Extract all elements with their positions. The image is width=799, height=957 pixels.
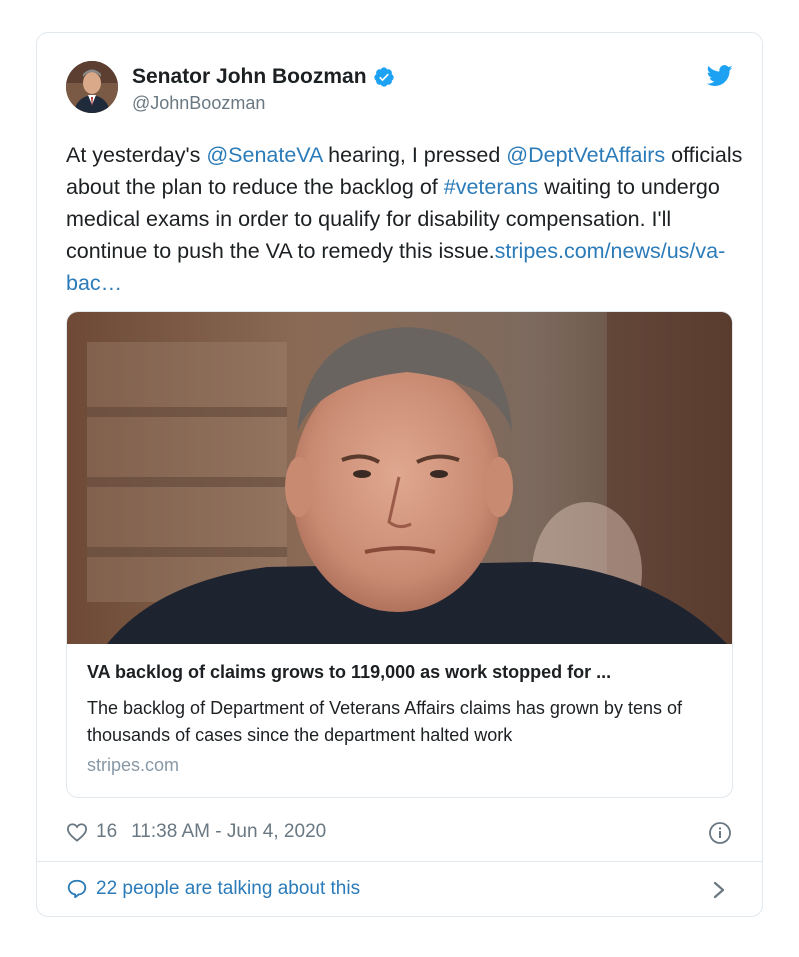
heart-icon[interactable]	[66, 822, 88, 842]
link-card-title[interactable]: VA backlog of claims grows to 119,000 as…	[87, 662, 717, 683]
chevron-right-icon[interactable]	[712, 880, 726, 900]
mention-link[interactable]: @SenateVA	[206, 143, 322, 167]
info-icon[interactable]	[708, 821, 732, 845]
author-name[interactable]: Senator John Boozman	[132, 65, 367, 89]
mention-link[interactable]: @DeptVetAffairs	[506, 143, 665, 167]
avatar-portrait	[66, 61, 118, 113]
hashtag-link[interactable]: #veterans	[444, 175, 538, 199]
author-handle[interactable]: @JohnBoozman	[132, 93, 265, 114]
divider	[37, 861, 762, 862]
twitter-bird-icon[interactable]	[707, 65, 733, 87]
tweet-text-segment: At yesterday's	[66, 143, 207, 167]
link-card-domain: stripes.com	[87, 755, 180, 775]
conversation-link[interactable]: 22 people are talking about this	[66, 878, 360, 900]
article-photo[interactable]	[67, 312, 733, 644]
verified-badge-icon	[373, 67, 394, 87]
avatar[interactable]	[66, 61, 118, 113]
timestamp[interactable]: 11:38 AM - Jun 4, 2020	[131, 821, 326, 843]
link-preview-card[interactable]: VA backlog of claims grows to 119,000 as…	[66, 311, 733, 798]
speech-bubble-icon	[67, 879, 87, 899]
tweet-text: At yesterday's @SenateVA hearing, I pres…	[66, 139, 746, 299]
conversation-text[interactable]: 22 people are talking about this	[96, 878, 360, 900]
embedded-tweet-card: Senator John Boozman @JohnBoozman At yes…	[36, 32, 763, 917]
tweet-meta: 16 11:38 AM - Jun 4, 2020	[66, 821, 326, 843]
link-card-description: The backlog of Department of Veterans Af…	[87, 698, 682, 745]
like-count[interactable]: 16	[96, 821, 117, 843]
author-name-row[interactable]: Senator John Boozman	[132, 65, 395, 89]
tweet-text-segment: hearing, I pressed	[322, 143, 507, 167]
